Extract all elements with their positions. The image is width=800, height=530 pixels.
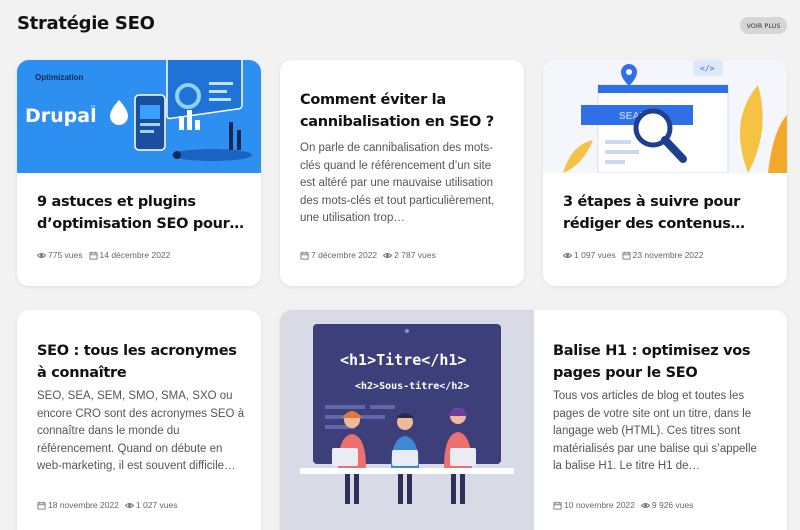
search-illustration: </> SEARCH xyxy=(563,60,787,173)
article-excerpt: Tous vos articles de blog et toutes les … xyxy=(553,390,757,473)
thumb-brand: Drupal xyxy=(25,105,97,127)
article-thumbnail: Optimization Drupal ™ xyxy=(17,60,261,173)
article-meta: 10 novembre 2022 9 926 vues xyxy=(553,500,693,510)
eye-icon xyxy=(640,502,650,508)
article-card-drupal[interactable]: Optimization Drupal ™ 9 astuces et plugi… xyxy=(17,60,261,286)
article-title[interactable]: Comment éviter la cannibalisation en SEO… xyxy=(300,89,500,133)
article-title[interactable]: Balise H1 : optimisez vos pages pour le … xyxy=(553,340,763,384)
article-title[interactable]: SEO : tous les acronymes à connaître xyxy=(37,340,247,384)
article-card-acronymes[interactable]: SEO : tous les acronymes à connaître SEO… xyxy=(17,310,261,530)
eye-icon xyxy=(383,252,393,258)
thumb-tm: ™ xyxy=(90,105,96,112)
thumb-code: </> xyxy=(700,64,715,73)
calendar-icon xyxy=(88,251,98,260)
article-title[interactable]: 9 astuces et plugins d’optimisation SEO … xyxy=(37,191,247,235)
laptop-icon xyxy=(392,450,418,466)
eye-icon xyxy=(124,502,134,508)
voir-plus-button[interactable]: VOIR PLUS xyxy=(740,17,787,34)
article-thumbnail: </> SEARCH xyxy=(543,60,787,173)
article-views: 1 097 vues xyxy=(574,250,616,260)
html-code-illustration: <h1>Titre</h1> <h2>Sous-titre</h2> xyxy=(300,324,514,504)
eye-icon xyxy=(563,252,572,258)
calendar-icon xyxy=(553,501,562,510)
article-thumbnail: <h1>Titre</h1> <h2>Sous-titre</h2> xyxy=(280,310,534,530)
laptop-icon xyxy=(450,448,476,466)
phone-icon xyxy=(134,94,166,151)
thumb-label: Optimization xyxy=(35,73,84,82)
article-excerpt: On parle de cannibalisation des mots-clé… xyxy=(300,142,495,225)
article-views: 1 027 vues xyxy=(135,500,178,510)
calendar-icon xyxy=(300,251,309,260)
article-views: 9 926 vues xyxy=(651,500,694,510)
article-views: 2 787 vues xyxy=(394,250,436,260)
article-meta: 775 vues 14 décembre 2022 xyxy=(37,250,170,260)
article-date: 7 décembre 2022 xyxy=(311,250,378,260)
section-title: Stratégie SEO xyxy=(17,13,155,34)
article-date: 14 décembre 2022 xyxy=(99,250,171,260)
drupal-illustration: Optimization Drupal ™ xyxy=(25,60,252,161)
leaf-decoration xyxy=(740,85,763,173)
thumb-h1: <h1>Titre</h1> xyxy=(340,351,466,369)
drupal-drop-icon xyxy=(110,100,128,125)
article-title[interactable]: 3 étapes à suivre pour rédiger des conte… xyxy=(563,191,773,235)
calendar-icon xyxy=(37,501,46,510)
article-excerpt: SEO, SEA, SEM, SMO, SMA, SXO ou encore C… xyxy=(37,390,245,473)
article-date: 23 novembre 2022 xyxy=(632,250,704,260)
article-card-contenus[interactable]: </> SEARCH 3 étapes à suivre pour rédige… xyxy=(543,60,787,286)
laptop-icon xyxy=(332,448,358,466)
eye-icon xyxy=(37,252,46,258)
article-meta: 18 novembre 2022 1 027 vues xyxy=(37,500,177,510)
article-meta: 1 097 vues 23 novembre 2022 xyxy=(563,250,703,260)
article-date: 10 novembre 2022 xyxy=(564,500,635,510)
calendar-icon xyxy=(622,251,631,260)
article-views: 775 vues xyxy=(48,250,83,260)
article-card-cannibalisation[interactable]: Comment éviter la cannibalisation en SEO… xyxy=(280,60,524,286)
article-card-balise-h1[interactable]: <h1>Titre</h1> <h2>Sous-titre</h2> Balis… xyxy=(280,310,787,530)
thumb-h2: <h2>Sous-titre</h2> xyxy=(355,380,469,392)
article-meta: 7 décembre 2022 2 787 vues xyxy=(300,250,436,260)
article-date: 18 novembre 2022 xyxy=(48,500,119,510)
